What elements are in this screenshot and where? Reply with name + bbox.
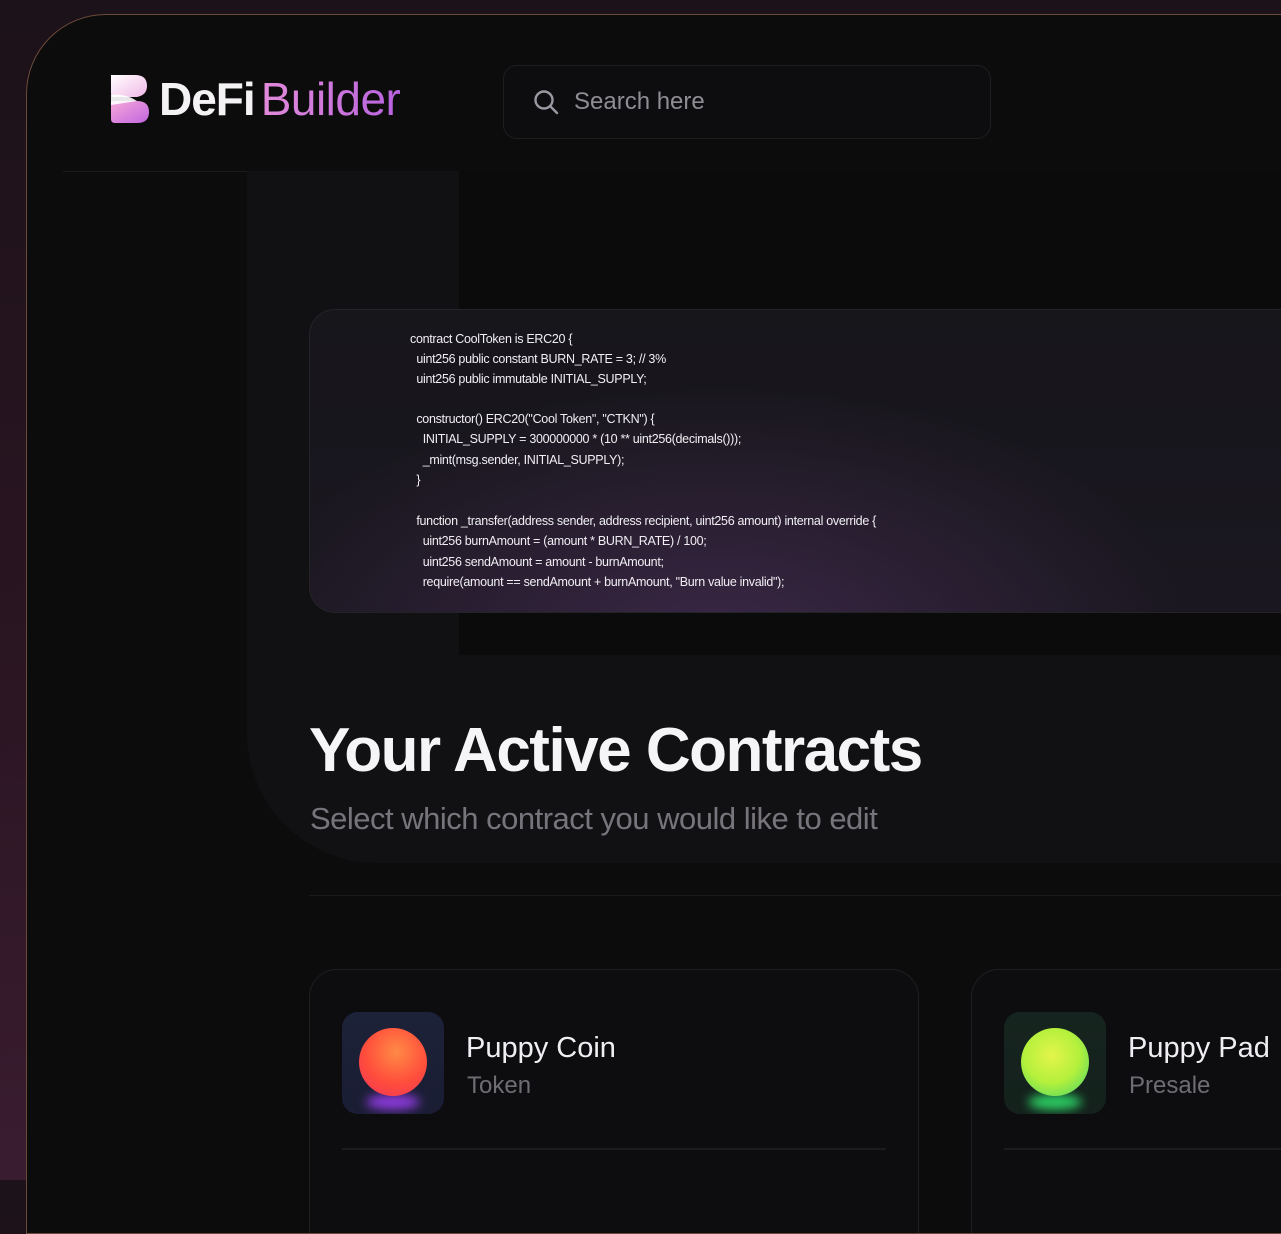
contract-icon-box <box>1004 1012 1106 1114</box>
contract-type: Presale <box>1129 1072 1211 1099</box>
code-line: } <box>410 473 421 487</box>
code-line: uint256 public immutable INITIAL_SUPPLY; <box>410 372 647 386</box>
brand-name-defi: DeFi <box>159 73 256 125</box>
search-input[interactable] <box>572 87 956 117</box>
code-line: uint256 public constant BURN_RATE = 3; /… <box>410 352 666 366</box>
contract-card-puppy-coin[interactable]: Puppy Coin Token <box>309 969 919 1233</box>
contract-icon-box <box>342 1012 444 1114</box>
logo[interactable]: DeFi Builder <box>107 71 401 127</box>
brand-name-builder: Builder <box>260 73 401 125</box>
orange-orb-icon <box>359 1028 427 1096</box>
code-line: INITIAL_SUPPLY = 300000000 * (10 ** uint… <box>410 432 742 446</box>
code-preview-card: contract CoolToken is ERC20 { uint256 pu… <box>309 309 1281 613</box>
code-line: require(amount == sendAmount + burnAmoun… <box>410 575 785 589</box>
code-line: contract CoolToken is ERC20 { <box>410 332 573 346</box>
code-line: _mint(msg.sender, INITIAL_SUPPLY); <box>410 453 625 467</box>
search-icon <box>534 90 559 115</box>
contract-type: Token <box>467 1072 532 1099</box>
code-line: constructor() ERC20("Cool Token", "CTKN"… <box>410 412 655 426</box>
green-orb-icon <box>1021 1028 1089 1096</box>
contract-card-puppy-pad[interactable]: Puppy Pad Presale <box>971 969 1281 1233</box>
logo-mark-icon <box>111 75 149 123</box>
search-box[interactable] <box>503 65 991 139</box>
code-line: uint256 burnAmount = (amount * BURN_RATE… <box>410 534 707 548</box>
code-line: function _transfer(address sender, addre… <box>410 514 877 528</box>
page-title: Your Active Contracts <box>309 716 923 785</box>
contract-name: Puppy Pad <box>1128 1032 1270 1064</box>
app-window: DeFi Builder contract CoolToken is ERC20… <box>26 14 1281 1234</box>
contract-name: Puppy Coin <box>466 1032 616 1064</box>
section-divider <box>309 895 1281 896</box>
orb-glow <box>1028 1094 1082 1110</box>
code-line: uint256 sendAmount = amount - burnAmount… <box>410 555 664 569</box>
page-subtitle: Select which contract you would like to … <box>310 801 878 836</box>
card-divider <box>1004 1148 1281 1150</box>
orb-glow <box>366 1094 420 1110</box>
top-bar: DeFi Builder <box>27 15 1281 171</box>
card-divider <box>342 1148 886 1150</box>
